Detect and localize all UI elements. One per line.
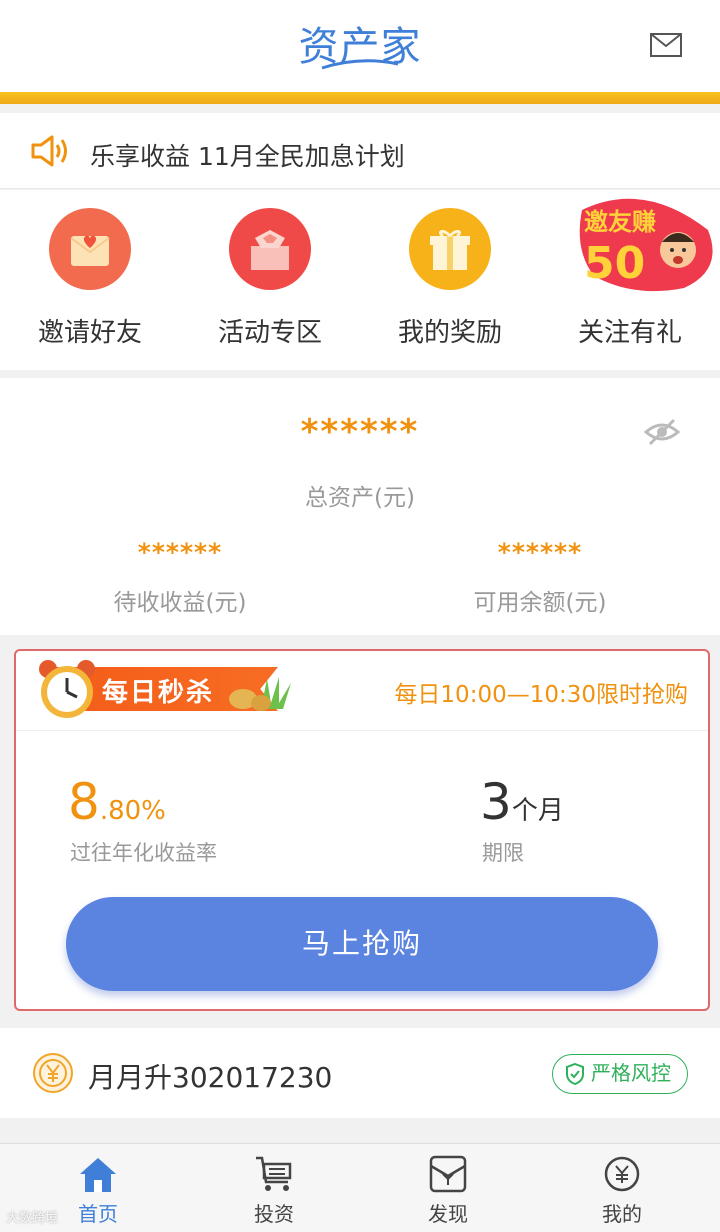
notice-text: 乐享收益 11月全民加息计划 <box>90 142 405 171</box>
term-number: 3 <box>480 773 512 831</box>
term: 3个月 <box>480 773 564 831</box>
yuan-coin-icon <box>33 1053 73 1093</box>
product-name: 月月升302017230 <box>88 1061 333 1094</box>
annual-rate: 8.80% <box>68 773 166 831</box>
quick-label: 我的奖励 <box>397 318 502 348</box>
pending-earnings: ****** 待收收益(元) <box>0 538 360 617</box>
risk-badge-label: 严格风控 <box>591 1061 671 1085</box>
term-label: 期限 <box>482 841 524 865</box>
discover-icon <box>429 1155 467 1193</box>
rate-decimal: .80% <box>99 796 166 826</box>
assets-card: ****** 总资产(元) ****** 待收收益(元) ****** 可用余额… <box>0 378 720 635</box>
available-balance-value: ****** <box>497 538 583 567</box>
product-row[interactable]: 月月升302017230 严格风控 <box>0 1028 720 1118</box>
total-assets-label: 总资产(元) <box>305 485 415 511</box>
bottom-tab-bar: 首页 投资 发现 我的 <box>0 1143 720 1232</box>
tab-label: 我的 <box>602 1202 642 1226</box>
flash-sale-time: 每日10:00—10:30限时抢购 <box>394 682 688 708</box>
home-icon <box>80 1158 116 1192</box>
quick-label: 关注有礼 <box>577 318 682 348</box>
term-unit: 个月 <box>511 796 564 826</box>
app-header: 资产家 <box>0 0 720 92</box>
mail-icon[interactable] <box>650 33 682 57</box>
potato-grass-icon <box>229 677 291 711</box>
quick-label: 邀请好友 <box>37 318 142 348</box>
rate-integer: 8 <box>68 773 100 831</box>
rate-label: 过往年化收益率 <box>70 841 217 865</box>
shield-check-icon <box>566 1063 584 1085</box>
quick-activity-zone[interactable]: 活动专区 <box>180 208 360 349</box>
cart-icon <box>256 1156 292 1191</box>
hide-eye-icon[interactable] <box>644 418 680 446</box>
pending-earnings-value: ****** <box>137 538 223 567</box>
alarm-clock-icon <box>39 660 95 718</box>
pending-earnings-label: 待收收益(元) <box>113 590 247 616</box>
tab-invest[interactable]: 投资 <box>184 1154 364 1227</box>
flash-sale-title: 每日秒杀 <box>102 678 215 708</box>
quick-label: 活动专区 <box>217 318 322 348</box>
flash-sale-header: 每日秒杀 每日10:00—10:30限时抢购 <box>16 651 708 731</box>
tab-mine[interactable]: 我的 <box>532 1154 712 1227</box>
promo-text: 邀友赚 <box>584 208 656 236</box>
total-assets-value: ****** <box>300 412 420 452</box>
risk-control-badge: 严格风控 <box>552 1054 688 1094</box>
speaker-icon <box>31 135 67 167</box>
watermark: 大数跨境 <box>6 1211 59 1226</box>
invite-envelope-icon <box>49 208 131 290</box>
buy-now-button[interactable]: 马上抢购 <box>66 897 658 991</box>
gift-box-icon <box>229 208 311 290</box>
user-coin-icon <box>604 1156 640 1192</box>
quick-my-rewards[interactable]: 我的奖励 <box>360 208 540 349</box>
tab-label: 投资 <box>254 1202 294 1226</box>
available-balance-label: 可用余额(元) <box>473 590 607 616</box>
header-accent-bar <box>0 92 720 104</box>
tab-label: 发现 <box>428 1202 468 1226</box>
flash-sale-card[interactable]: 每日秒杀 每日10:00—10:30限时抢购 8.80% 过往年化收益率 3个月… <box>14 649 710 1011</box>
available-balance: ****** 可用余额(元) <box>360 538 720 617</box>
gift-icon <box>409 208 491 290</box>
quick-invite-friends[interactable]: 邀请好友 <box>0 208 180 349</box>
logo-swoosh-icon <box>321 59 399 70</box>
notice-bar[interactable]: 乐享收益 11月全民加息计划 <box>0 113 720 189</box>
tab-discover[interactable]: 发现 <box>358 1154 538 1227</box>
promo-banner-icon[interactable]: 邀友赚 50 <box>574 190 720 298</box>
promo-number: 50 <box>584 238 645 289</box>
quick-actions: 邀请好友 活动专区 我的奖励 关注有礼 邀友赚 50 <box>0 190 720 370</box>
